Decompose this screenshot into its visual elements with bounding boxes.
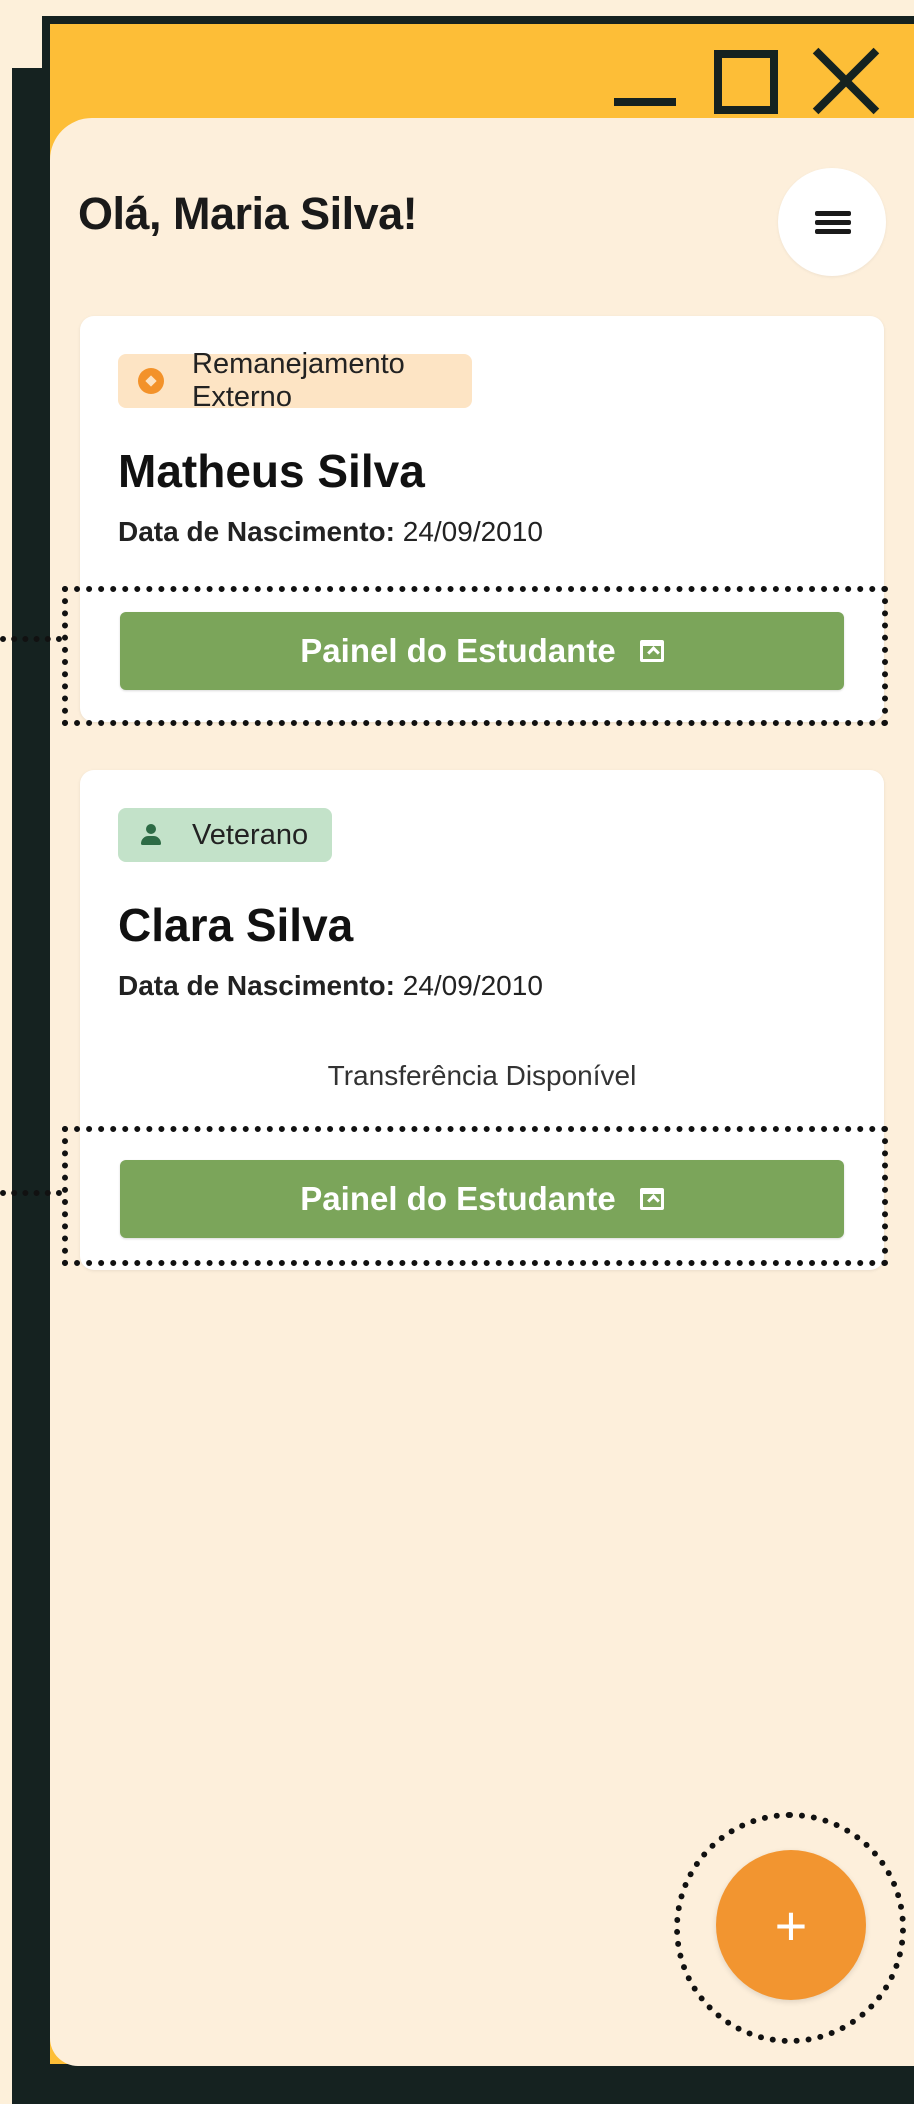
transfer-available-note: Transferência Disponível xyxy=(327,1060,637,1091)
student-dashboard-button[interactable]: Painel do Estudante xyxy=(120,612,844,690)
student-dashboard-button[interactable]: Painel do Estudante xyxy=(120,1160,844,1238)
birth-date: Data de Nascimento: 24/09/2010 xyxy=(118,516,543,548)
greeting-title: Olá, Maria Silva! xyxy=(78,188,418,239)
open-in-new-icon xyxy=(639,640,664,662)
status-badge-label: Remanejamento Externo xyxy=(192,348,405,413)
menu-button[interactable] xyxy=(778,168,886,276)
status-badge: Veterano xyxy=(118,808,332,862)
status-badge-label: Veterano xyxy=(192,818,309,851)
status-badge: Remanejamento Externo xyxy=(118,348,472,413)
menu-icon-bar xyxy=(815,220,851,225)
student-dashboard-button-label: Painel do Estudante xyxy=(300,632,616,669)
close-icon[interactable] xyxy=(804,42,884,122)
birth-date-value: 24/09/2010 xyxy=(402,970,543,1001)
compass-icon xyxy=(138,368,164,394)
student-name: Matheus Silva xyxy=(118,445,425,497)
student-name: Clara Silva xyxy=(118,899,354,951)
app-content: Olá, Maria Silva! Remanejamento Externo … xyxy=(50,118,914,2066)
add-student-button[interactable]: + xyxy=(716,1850,866,2000)
maximize-icon[interactable] xyxy=(714,50,778,114)
highlight-leader-line xyxy=(0,636,62,642)
birth-date-value: 24/09/2010 xyxy=(402,516,543,547)
student-dashboard-button-label: Painel do Estudante xyxy=(300,1180,616,1217)
open-in-new-icon xyxy=(639,1188,664,1210)
birth-date-label: Data de Nascimento: xyxy=(118,516,395,547)
highlight-leader-line xyxy=(0,1190,62,1196)
minimize-icon[interactable] xyxy=(614,98,676,106)
birth-date-label: Data de Nascimento: xyxy=(118,970,395,1001)
plus-icon: + xyxy=(774,1893,808,1957)
person-icon xyxy=(138,822,164,848)
menu-icon xyxy=(815,211,851,216)
menu-icon-bar xyxy=(815,229,851,234)
birth-date: Data de Nascimento: 24/09/2010 xyxy=(118,970,543,1002)
